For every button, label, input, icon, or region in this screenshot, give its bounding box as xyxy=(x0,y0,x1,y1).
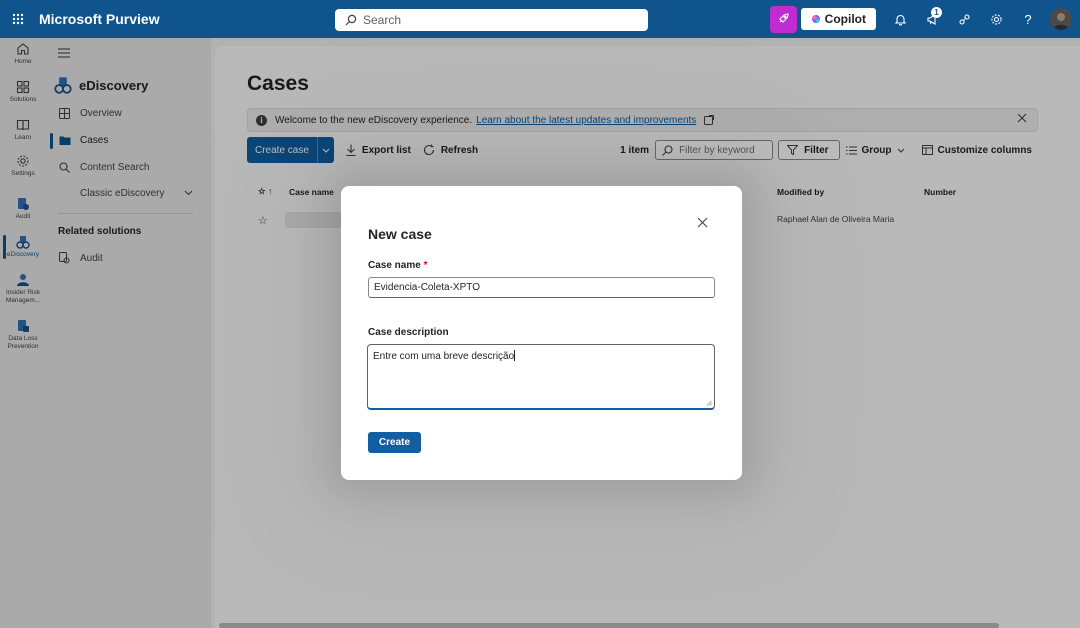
notification-badge: 1 xyxy=(931,7,942,18)
link-icon xyxy=(958,13,970,25)
help-icon: ? xyxy=(1024,11,1032,27)
dialog-title: New case xyxy=(368,226,432,242)
copilot-icon xyxy=(811,15,820,23)
notifications-button[interactable] xyxy=(884,0,916,38)
bell-icon xyxy=(894,14,906,26)
case-name-value: Evidencia-Coleta-XPTO xyxy=(374,282,480,293)
case-name-input[interactable]: Evidencia-Coleta-XPTO xyxy=(368,277,715,298)
horizontal-scrollbar[interactable] xyxy=(219,623,999,628)
help-button[interactable]: ? xyxy=(1012,0,1044,38)
required-mark: * xyxy=(423,260,428,271)
app-title[interactable]: Microsoft Purview xyxy=(39,11,160,27)
case-name-label-text: Case name xyxy=(368,260,421,271)
whats-new-button[interactable]: 1 xyxy=(916,0,948,38)
settings-button[interactable] xyxy=(980,0,1012,38)
case-description-label: Case description xyxy=(368,327,449,338)
search-placeholder: Search xyxy=(363,13,402,27)
text-caret xyxy=(514,350,516,361)
case-description-value: Entre com uma breve descrição xyxy=(373,351,515,362)
create-button[interactable]: Create xyxy=(368,432,421,453)
close-icon[interactable] xyxy=(697,217,708,228)
case-name-label: Case name * xyxy=(368,260,428,271)
avatar[interactable] xyxy=(1050,8,1072,30)
resize-grip-icon[interactable] xyxy=(706,400,712,406)
top-bar: Microsoft Purview Search Copilot 1 ? xyxy=(0,0,1080,38)
rocket-icon xyxy=(779,13,789,23)
case-description-textarea[interactable]: Entre com uma breve descrição xyxy=(367,344,715,410)
app-launcher-icon[interactable] xyxy=(0,0,36,38)
connections-button[interactable] xyxy=(948,0,980,38)
copilot-button[interactable]: Copilot xyxy=(800,8,876,30)
search-box[interactable]: Search xyxy=(335,9,648,31)
copilot-label: Copilot xyxy=(824,12,866,26)
gear-icon xyxy=(990,13,1002,25)
purview-agent-button[interactable] xyxy=(769,5,797,33)
new-case-dialog: New case Case name * Evidencia-Coleta-XP… xyxy=(341,186,742,480)
search-icon xyxy=(345,14,357,26)
